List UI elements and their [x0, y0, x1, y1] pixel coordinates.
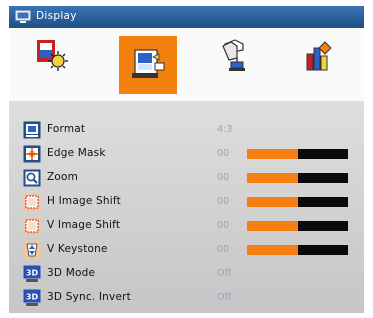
row-value: 00 [217, 148, 230, 159]
menu-title: Display [36, 10, 77, 22]
menu-row-v-keystone[interactable]: V Keystone 00 [9, 238, 364, 262]
format-icon [23, 121, 41, 139]
row-value: Off [217, 268, 232, 279]
menu-row-edge-mask[interactable]: Edge Mask 00 [9, 142, 364, 166]
svg-text:3D: 3D [26, 293, 39, 302]
slider-fill [247, 149, 298, 159]
row-label: Edge Mask [47, 147, 106, 159]
title-bar: Display [9, 6, 364, 28]
h-image-shift-icon [23, 193, 41, 211]
slider-fill [247, 197, 298, 207]
row-label: V Keystone [47, 243, 108, 255]
v-image-shift-slider[interactable] [247, 221, 348, 231]
zoom-slider[interactable] [247, 173, 348, 183]
edge-mask-slider[interactable] [247, 149, 348, 159]
v-keystone-slider[interactable] [247, 245, 348, 255]
display-settings-icon[interactable] [119, 36, 177, 94]
category-icon-bar [9, 28, 364, 101]
svg-text:3D: 3D [26, 269, 39, 278]
3d-sync-invert-icon: 3D [23, 289, 41, 306]
edge-mask-icon [23, 145, 41, 163]
options-icon[interactable] [299, 36, 361, 98]
h-image-shift-slider[interactable] [247, 197, 348, 207]
row-value: 00 [217, 172, 230, 183]
zoom-icon [23, 169, 41, 187]
row-label: V Image Shift [47, 219, 121, 231]
settings-panel: Format 4:3 Edge Mask 00 Zoom 00 H Image … [9, 101, 364, 313]
menu-row-h-image-shift[interactable]: H Image Shift 00 [9, 190, 364, 214]
row-value: 00 [217, 220, 230, 231]
3d-mode-icon: 3D [23, 265, 41, 282]
display-icon [15, 10, 31, 23]
slider-fill [247, 245, 298, 255]
slider-fill [247, 221, 298, 231]
v-keystone-icon [23, 241, 41, 259]
image-settings-icon[interactable] [33, 36, 95, 98]
row-value: 00 [217, 244, 230, 255]
menu-row-format[interactable]: Format 4:3 [9, 118, 364, 142]
menu-row-3d-mode[interactable]: 3D 3D Mode Off [9, 262, 364, 286]
menu-row-zoom[interactable]: Zoom 00 [9, 166, 364, 190]
row-value: 4:3 [217, 124, 233, 135]
row-value: 00 [217, 196, 230, 207]
setup-icon[interactable] [215, 36, 277, 98]
row-label: Zoom [47, 171, 79, 183]
row-label: H Image Shift [47, 195, 121, 207]
menu-row-3d-sync-invert[interactable]: 3D 3D Sync. Invert Off [9, 286, 364, 310]
menu-row-v-image-shift[interactable]: V Image Shift 00 [9, 214, 364, 238]
row-value: Off [217, 292, 232, 303]
slider-fill [247, 173, 298, 183]
row-label: Format [47, 123, 86, 135]
row-label: 3D Mode [47, 267, 96, 279]
row-label: 3D Sync. Invert [47, 291, 131, 303]
v-image-shift-icon [23, 217, 41, 235]
